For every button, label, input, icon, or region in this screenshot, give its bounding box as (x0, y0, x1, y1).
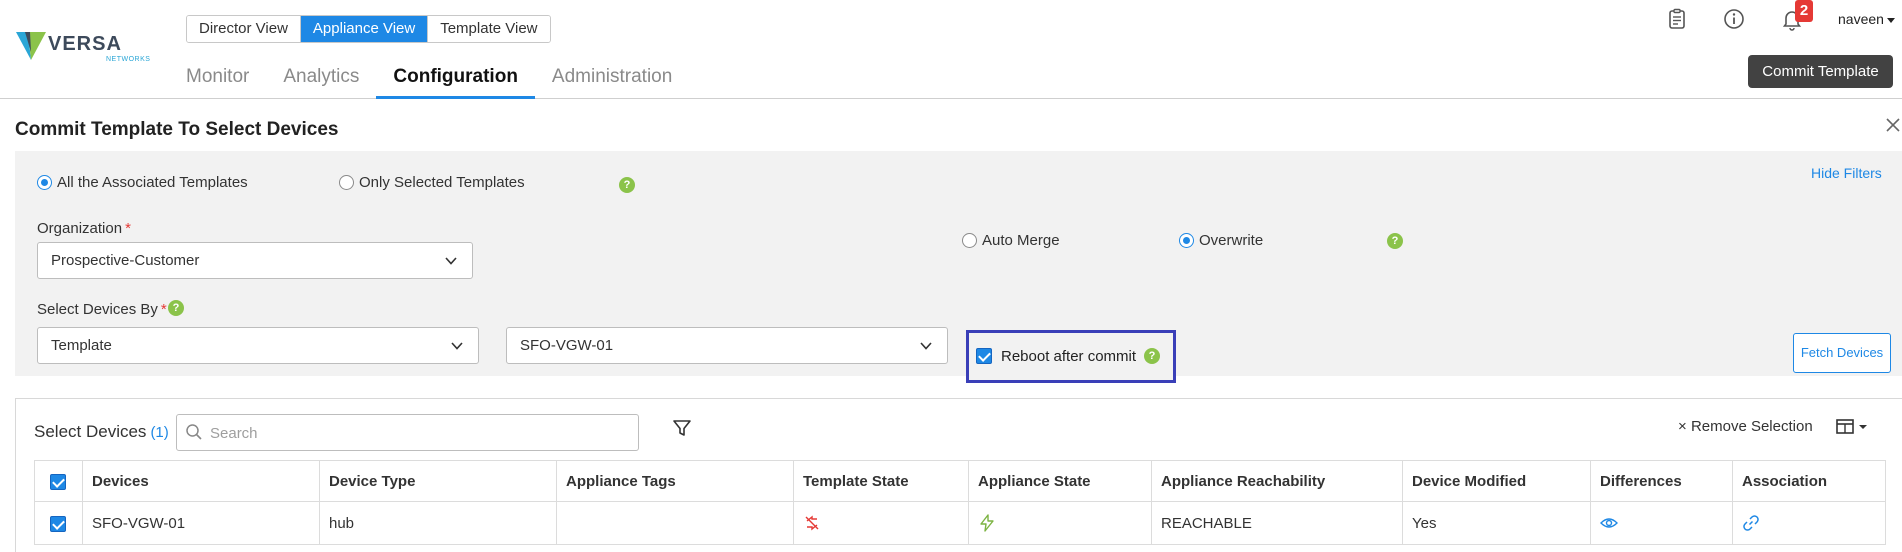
radio-overwrite[interactable]: Overwrite (1179, 232, 1263, 249)
user-menu[interactable]: naveen (1838, 11, 1895, 27)
nav-configuration[interactable]: Configuration (376, 62, 535, 99)
director-view-button[interactable]: Director View (187, 16, 301, 42)
reachability-cell: REACHABLE (1151, 501, 1403, 545)
out-of-sync-icon (805, 515, 819, 531)
template-value: SFO-VGW-01 (520, 337, 614, 354)
selected-count: (1) (150, 424, 169, 441)
device-type-cell: hub (319, 501, 557, 545)
search-icon (186, 424, 202, 440)
chevron-down-icon (451, 342, 463, 350)
device-search (176, 414, 639, 451)
select-devices-by-label: Select Devices By * (37, 301, 167, 318)
table-header-row: Devices Device Type Appliance Tags Templ… (34, 460, 1886, 502)
select-devices-by-value: Template (51, 337, 112, 354)
nav-analytics[interactable]: Analytics (283, 62, 359, 99)
search-input[interactable] (210, 421, 630, 445)
radio-label: Only Selected Templates (359, 174, 525, 191)
appliance-tags-cell (556, 501, 794, 545)
organization-label: Organization * (37, 220, 131, 237)
filter-icon[interactable] (672, 418, 692, 438)
differences-cell (1590, 501, 1733, 545)
main-nav: Monitor Analytics Configuration Administ… (186, 62, 706, 99)
template-view-button[interactable]: Template View (428, 16, 550, 42)
table-row: SFO-VGW-01 hub REACHABLE Yes (34, 501, 1886, 545)
radio-label: All the Associated Templates (57, 174, 248, 191)
radio-selected-icon (1179, 233, 1194, 248)
column-header[interactable]: Template State (793, 460, 969, 502)
column-header[interactable]: Appliance State (968, 460, 1152, 502)
device-modified-cell: Yes (1402, 501, 1591, 545)
template-select[interactable]: SFO-VGW-01 (506, 327, 948, 364)
select-devices-by-select[interactable]: Template (37, 327, 479, 364)
reboot-checkbox[interactable] (976, 348, 992, 364)
help-icon[interactable]: ? (168, 300, 184, 316)
nav-monitor[interactable]: Monitor (186, 62, 249, 99)
hide-filters-link[interactable]: Hide Filters (1811, 165, 1882, 181)
close-icon: × (1678, 418, 1687, 435)
link-icon[interactable] (1742, 514, 1760, 532)
commit-template-button[interactable]: Commit Template (1748, 55, 1893, 88)
dialog-title: Commit Template To Select Devices (15, 119, 339, 140)
user-name: naveen (1838, 11, 1884, 27)
organization-value: Prospective-Customer (51, 252, 200, 269)
radio-unselected-icon (339, 175, 354, 190)
radio-auto-merge[interactable]: Auto Merge (962, 232, 1060, 249)
template-state-cell (793, 501, 969, 545)
logo-text: VERSA (48, 33, 122, 55)
remove-selection-label: Remove Selection (1690, 418, 1813, 435)
chevron-down-icon (445, 257, 457, 265)
radio-selected-icon (37, 175, 52, 190)
help-icon[interactable]: ? (619, 177, 635, 193)
info-icon[interactable] (1722, 7, 1746, 31)
close-icon[interactable] (1884, 116, 1902, 134)
reboot-label: Reboot after commit (1001, 348, 1137, 365)
appliance-state-cell (968, 501, 1152, 545)
select-all-cell (34, 460, 83, 502)
devices-table: Devices Device Type Appliance Tags Templ… (34, 460, 1886, 545)
radio-label: Auto Merge (982, 232, 1060, 249)
radio-only-selected-templates[interactable]: Only Selected Templates (339, 174, 525, 191)
caret-down-icon (1886, 17, 1895, 23)
association-cell (1732, 501, 1886, 545)
radio-unselected-icon (962, 233, 977, 248)
radio-all-associated-templates[interactable]: All the Associated Templates (37, 174, 248, 191)
select-devices-title: Select Devices (1) (34, 422, 169, 441)
column-header[interactable]: Device Type (319, 460, 557, 502)
column-header[interactable]: Device Modified (1402, 460, 1591, 502)
help-icon[interactable]: ? (1387, 233, 1403, 249)
remove-selection-button[interactable]: × Remove Selection (1678, 418, 1813, 435)
power-on-icon (980, 514, 994, 532)
radio-label: Overwrite (1199, 232, 1264, 249)
appliance-view-button[interactable]: Appliance View (300, 16, 429, 42)
chevron-down-icon (920, 342, 932, 350)
column-header[interactable]: Appliance Tags (556, 460, 794, 502)
organization-select[interactable]: Prospective-Customer (37, 242, 473, 279)
row-select-cell (34, 501, 83, 545)
versa-logo-mark-icon (16, 32, 46, 60)
eye-icon[interactable] (1600, 514, 1618, 532)
column-header[interactable]: Appliance Reachability (1151, 460, 1403, 502)
select-all-checkbox[interactable] (50, 473, 66, 490)
device-name-cell: SFO-VGW-01 (82, 501, 320, 545)
fetch-devices-button[interactable]: Fetch Devices (1793, 333, 1891, 373)
view-switch: Director View Appliance View Template Vi… (186, 15, 551, 43)
notification-badge: 2 (1795, 0, 1813, 22)
help-icon[interactable]: ? (1144, 348, 1160, 364)
top-header: VERSA NETWORKS Director View Appliance V… (0, 0, 1902, 99)
column-header[interactable]: Devices (82, 460, 320, 502)
column-header[interactable]: Association (1732, 460, 1886, 502)
nav-administration[interactable]: Administration (552, 62, 672, 99)
clipboard-icon[interactable] (1665, 7, 1689, 31)
column-chooser-icon[interactable] (1836, 418, 1870, 436)
column-header[interactable]: Differences (1590, 460, 1733, 502)
versa-logo: VERSA NETWORKS (16, 30, 150, 70)
logo-subtext: NETWORKS (106, 56, 151, 63)
row-checkbox[interactable] (50, 515, 66, 532)
